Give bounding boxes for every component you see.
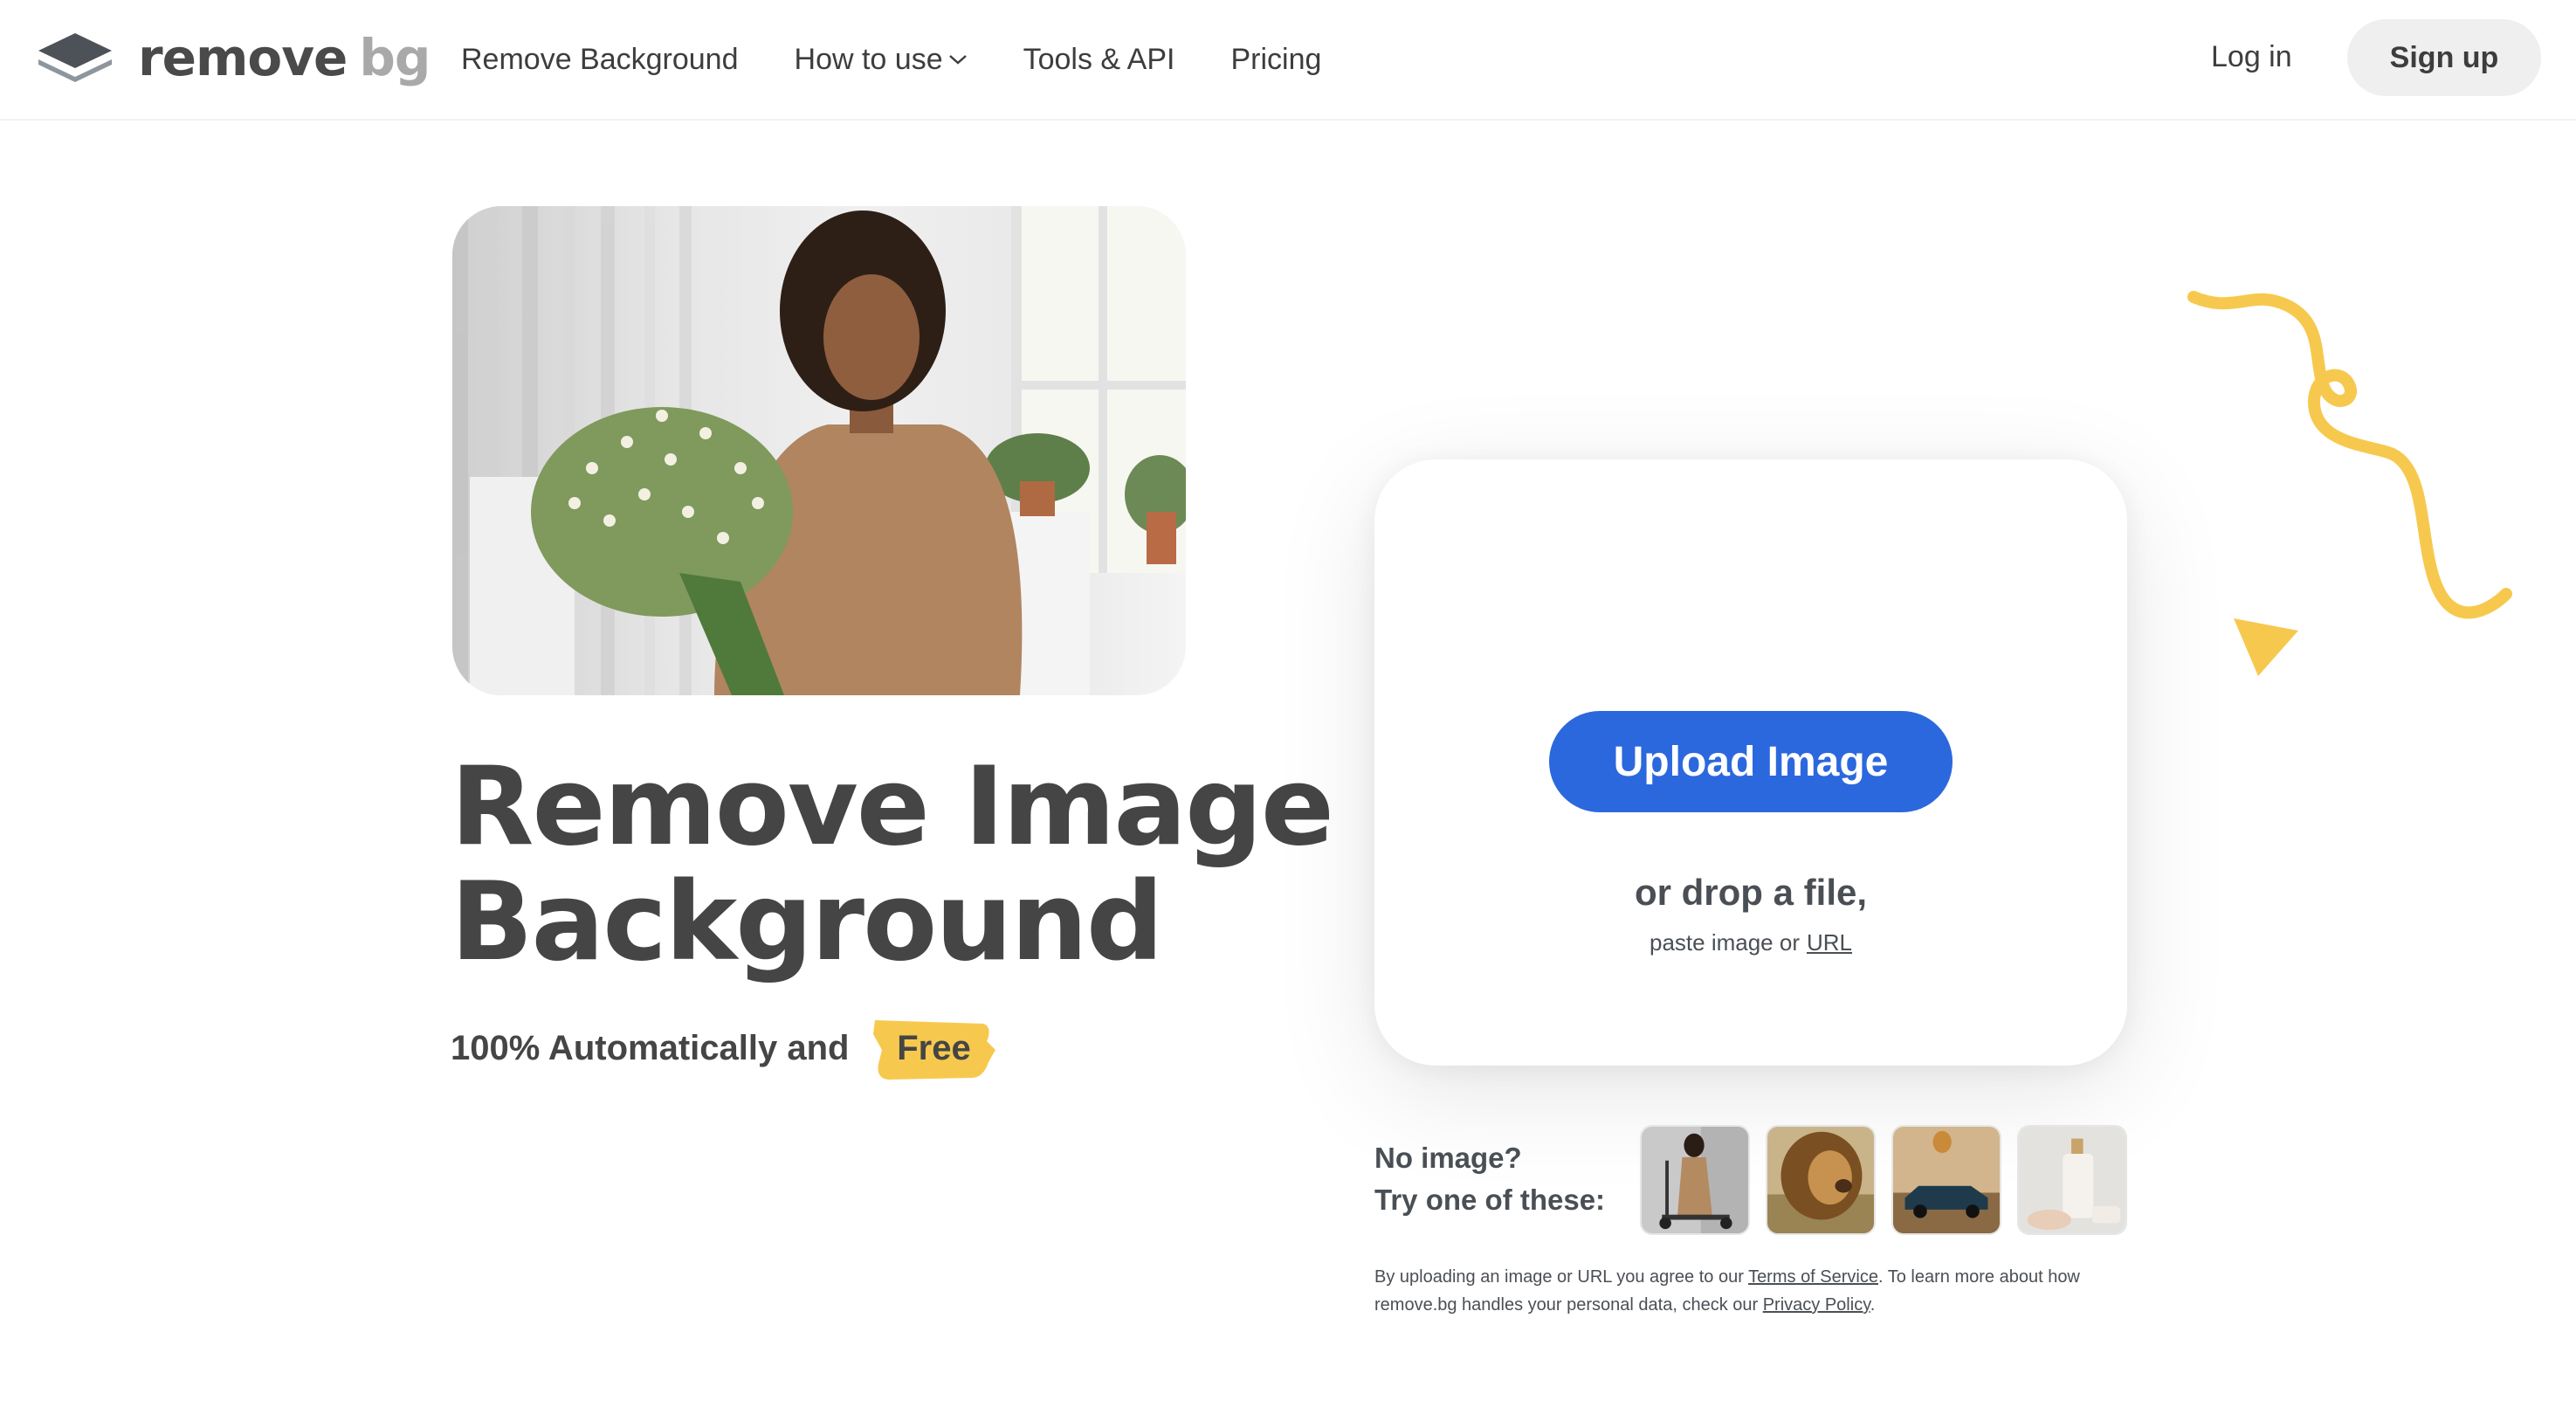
nav-how-to-use[interactable]: How to use	[795, 43, 968, 77]
signup-button[interactable]: Sign up	[2347, 19, 2541, 96]
sample-images-prompt: No image? Try one of these:	[1374, 1137, 1605, 1221]
free-highlight: Free	[868, 1015, 999, 1081]
sample-prompt-line1: No image?	[1374, 1142, 1522, 1174]
logo-wordmark: remove bg	[138, 28, 430, 87]
legal-text-3: .	[1870, 1295, 1876, 1315]
sample-thumbnail-woman[interactable]	[1640, 1125, 1750, 1235]
top-navigation-bar: remove bg Remove Background How to use To…	[0, 0, 2576, 121]
nav-pricing[interactable]: Pricing	[1230, 43, 1321, 77]
logo-word-bg: bg	[359, 28, 430, 87]
nav-pricing-label: Pricing	[1230, 42, 1322, 76]
sample-thumbnails	[1640, 1125, 2143, 1235]
subtitle-text: 100% Automatically and	[451, 1028, 850, 1067]
logo-word-remove: remove	[138, 28, 348, 87]
paste-image-label: paste image or	[1650, 929, 1800, 956]
page-title-line2: Background	[451, 859, 1164, 985]
sample-thumbnail-lion[interactable]	[1766, 1125, 1876, 1235]
privacy-policy-link[interactable]: Privacy Policy	[1763, 1295, 1870, 1315]
drop-file-text: or drop a file,	[1634, 872, 1868, 913]
layers-logo-icon	[38, 33, 112, 82]
upload-image-button[interactable]: Upload Image	[1549, 711, 1953, 812]
nav-tools-api[interactable]: Tools & API	[1023, 43, 1175, 77]
paste-image-text: paste image or URL	[1374, 929, 2127, 956]
logo[interactable]: remove bg	[37, 28, 430, 87]
page-title-line1: Remove Image	[451, 744, 1334, 870]
legal-notice: By uploading an image or URL you agree t…	[1374, 1263, 2143, 1319]
nav-tools-api-label: Tools & API	[1023, 42, 1175, 76]
upload-dropzone[interactable]: Upload Image or drop a file, paste image…	[1374, 459, 2127, 1066]
terms-of-service-link[interactable]: Terms of Service	[1748, 1267, 1878, 1287]
triangle-decoration-icon	[2234, 618, 2298, 676]
chevron-down-icon	[948, 55, 967, 65]
url-link[interactable]: URL	[1807, 929, 1852, 956]
login-link[interactable]: Log in	[2211, 40, 2292, 74]
main-nav: Remove Background How to use Tools & API…	[461, 35, 1377, 84]
sample-thumbnail-cosmetic[interactable]	[2017, 1125, 2127, 1235]
hero-example-image	[452, 206, 1186, 695]
sample-prompt-line2: Try one of these:	[1374, 1184, 1606, 1216]
legal-text-1: By uploading an image or URL you agree t…	[1374, 1267, 1744, 1287]
nav-how-to-use-label: How to use	[794, 42, 943, 76]
squiggle-decoration-icon	[2187, 291, 2512, 619]
sample-thumbnail-car[interactable]	[1891, 1125, 2001, 1235]
page-title: Remove Image Background	[451, 749, 1411, 980]
page-subtitle: 100% Automatically and Free	[451, 1015, 999, 1081]
nav-remove-background[interactable]: Remove Background	[461, 43, 739, 77]
nav-remove-background-label: Remove Background	[461, 42, 739, 76]
free-label: Free	[897, 1028, 971, 1067]
